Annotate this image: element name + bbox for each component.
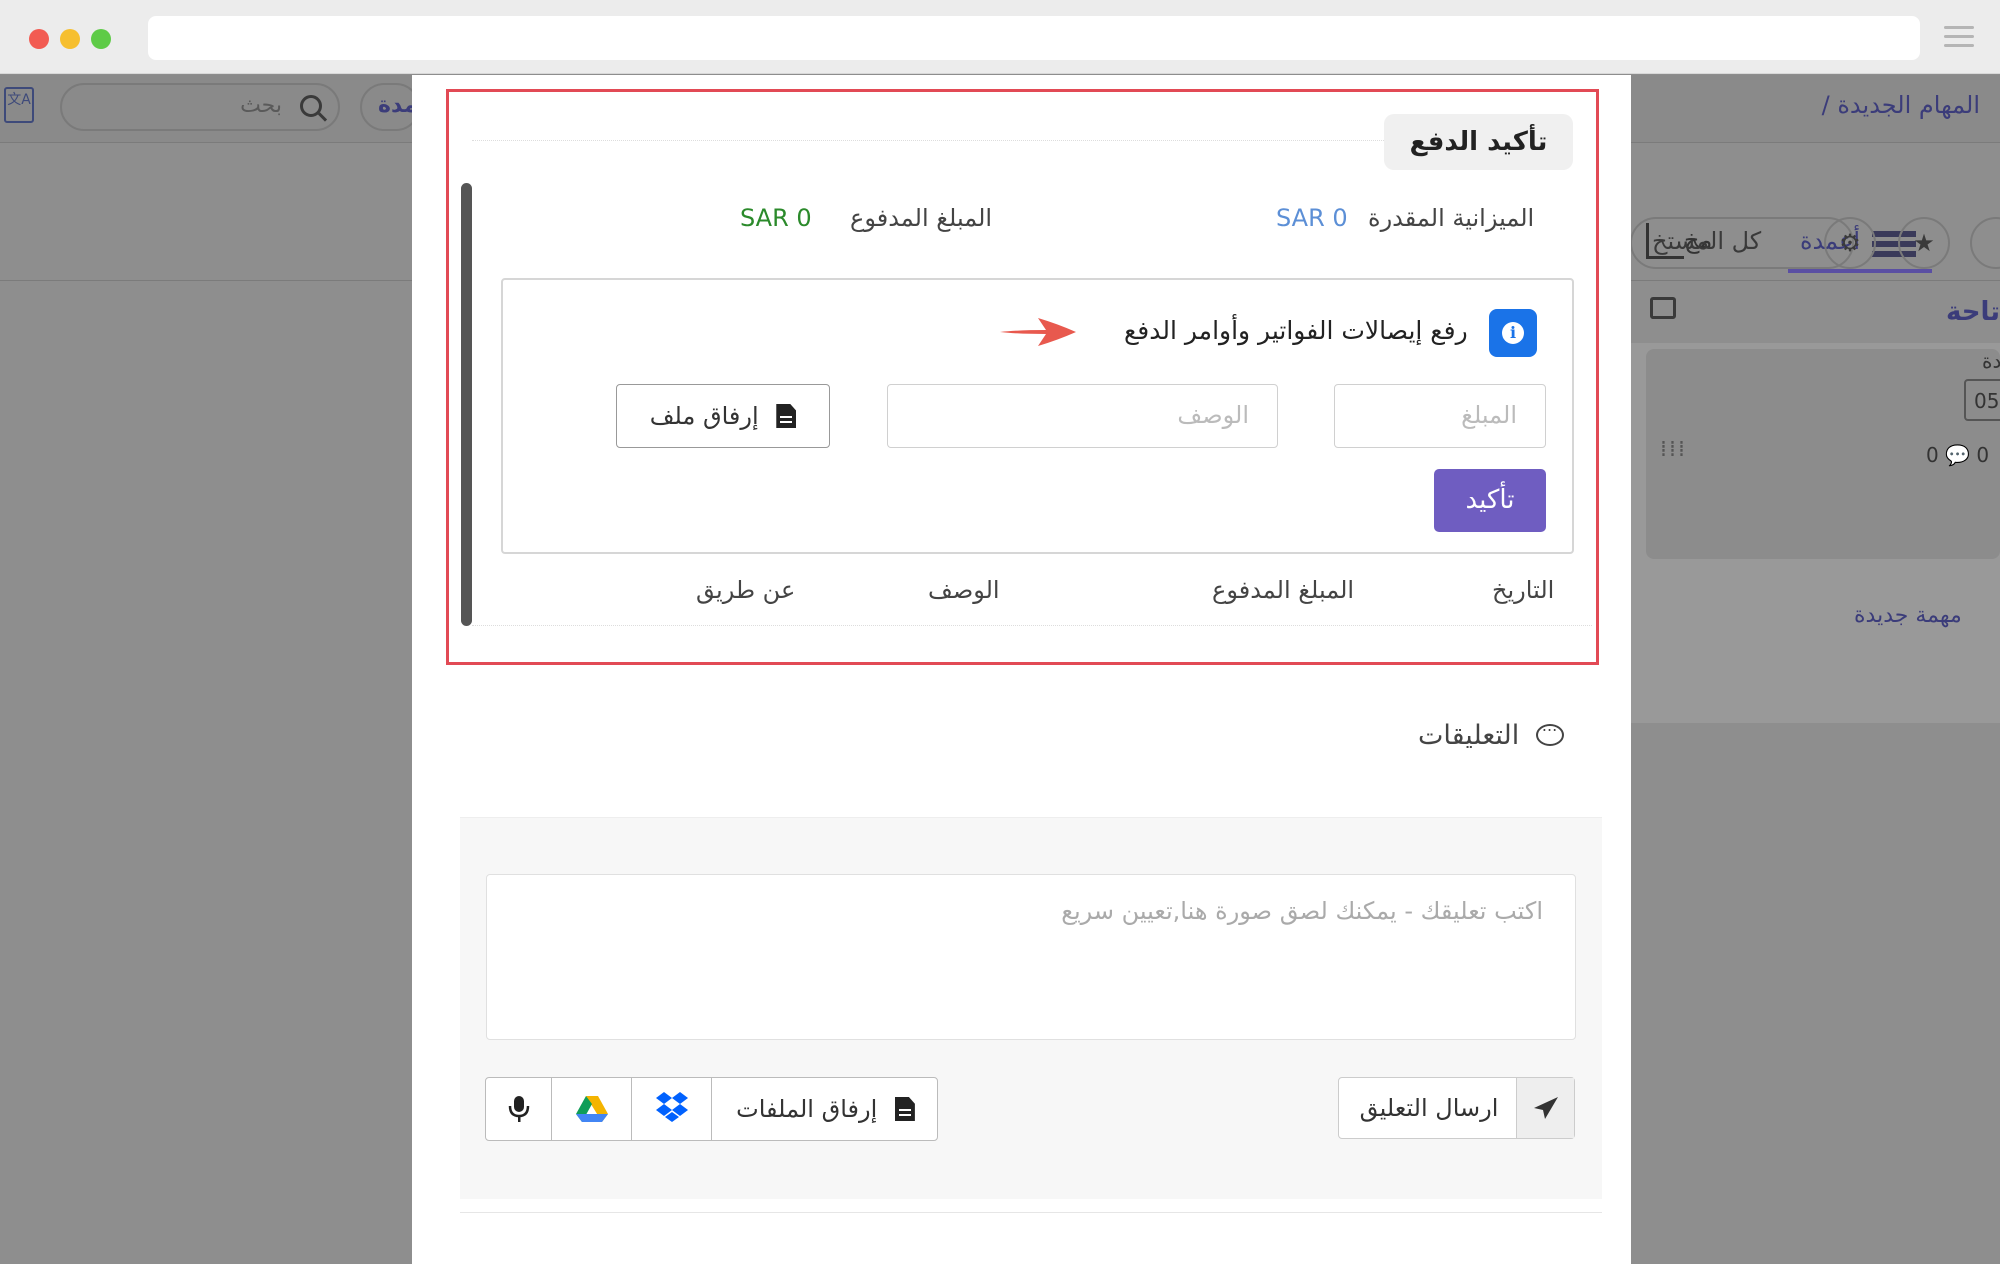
star-icon[interactable]: ★ (1898, 217, 1950, 269)
columns-pill[interactable]: مدة (360, 83, 420, 131)
comment-icon (1535, 716, 1564, 746)
microphone-button[interactable] (486, 1078, 552, 1140)
comment-input[interactable]: اكتب تعليقك - يمكنك لصق صورة هنا,تعيين س… (486, 874, 1576, 1040)
breadcrumb[interactable]: / المهام الجديدة (1822, 91, 1980, 119)
settings-gear-icon[interactable]: ⚙ (1824, 217, 1876, 269)
highlight-frame (446, 89, 1599, 665)
google-drive-button[interactable] (552, 1078, 632, 1140)
window-maximize-dot[interactable] (91, 29, 111, 49)
other-count: 0 (1976, 443, 1990, 467)
paper-plane-icon (1516, 1078, 1574, 1138)
dropbox-button[interactable] (632, 1078, 712, 1140)
address-bar[interactable] (148, 16, 1920, 60)
attach-files-button[interactable]: إرفاق الملفات (712, 1078, 939, 1140)
browser-chrome (0, 0, 2000, 74)
window-close-dot[interactable] (29, 29, 49, 49)
divider (460, 1212, 1602, 1213)
edit-icon[interactable] (1650, 297, 1676, 319)
new-task-link[interactable]: مهمة جديدة (1854, 603, 1962, 628)
hamburger-menu-icon[interactable] (1944, 26, 1974, 50)
task-card[interactable]: دة 05 ⁞⁞⁞ 0 💬 0 (1646, 349, 2000, 559)
search-placeholder: بحث (240, 93, 282, 118)
task-card-label: دة (1982, 349, 2000, 373)
search-icon (300, 95, 322, 117)
attach-files-label: إرفاق الملفات (736, 1095, 878, 1123)
task-card-value: 05 (1964, 379, 2000, 421)
comments-heading: التعليقات (1418, 716, 1564, 751)
window-minimize-dot[interactable] (60, 29, 80, 49)
google-drive-icon (576, 1096, 608, 1122)
comment-placeholder: اكتب تعليقك - يمكنك لصق صورة هنا,تعيين س… (1061, 897, 1543, 925)
comment-count: 0 (1926, 443, 1939, 467)
send-comment-button[interactable]: ارسال التعليق (1338, 1077, 1575, 1139)
all-users-filter[interactable]: كل المستخ (1630, 217, 1854, 269)
comments-title: التعليقات (1418, 720, 1520, 751)
board-column-title: تاحة (1945, 297, 2000, 327)
microphone-icon (508, 1096, 530, 1122)
send-comment-label: ارسال التعليق (1359, 1094, 1499, 1122)
dropbox-icon (656, 1092, 688, 1122)
drag-handle-icon[interactable]: ⁞⁞⁞ (1660, 437, 1687, 462)
translate-icon[interactable]: 文A (4, 87, 34, 123)
task-card-counts: 0 💬 0 (1926, 443, 1990, 467)
search-box[interactable]: بحث (60, 83, 340, 131)
attachment-toolbar: إرفاق الملفات (485, 1077, 938, 1141)
all-users-label: كل المستخ (1652, 227, 1762, 255)
document-icon (894, 1097, 915, 1121)
